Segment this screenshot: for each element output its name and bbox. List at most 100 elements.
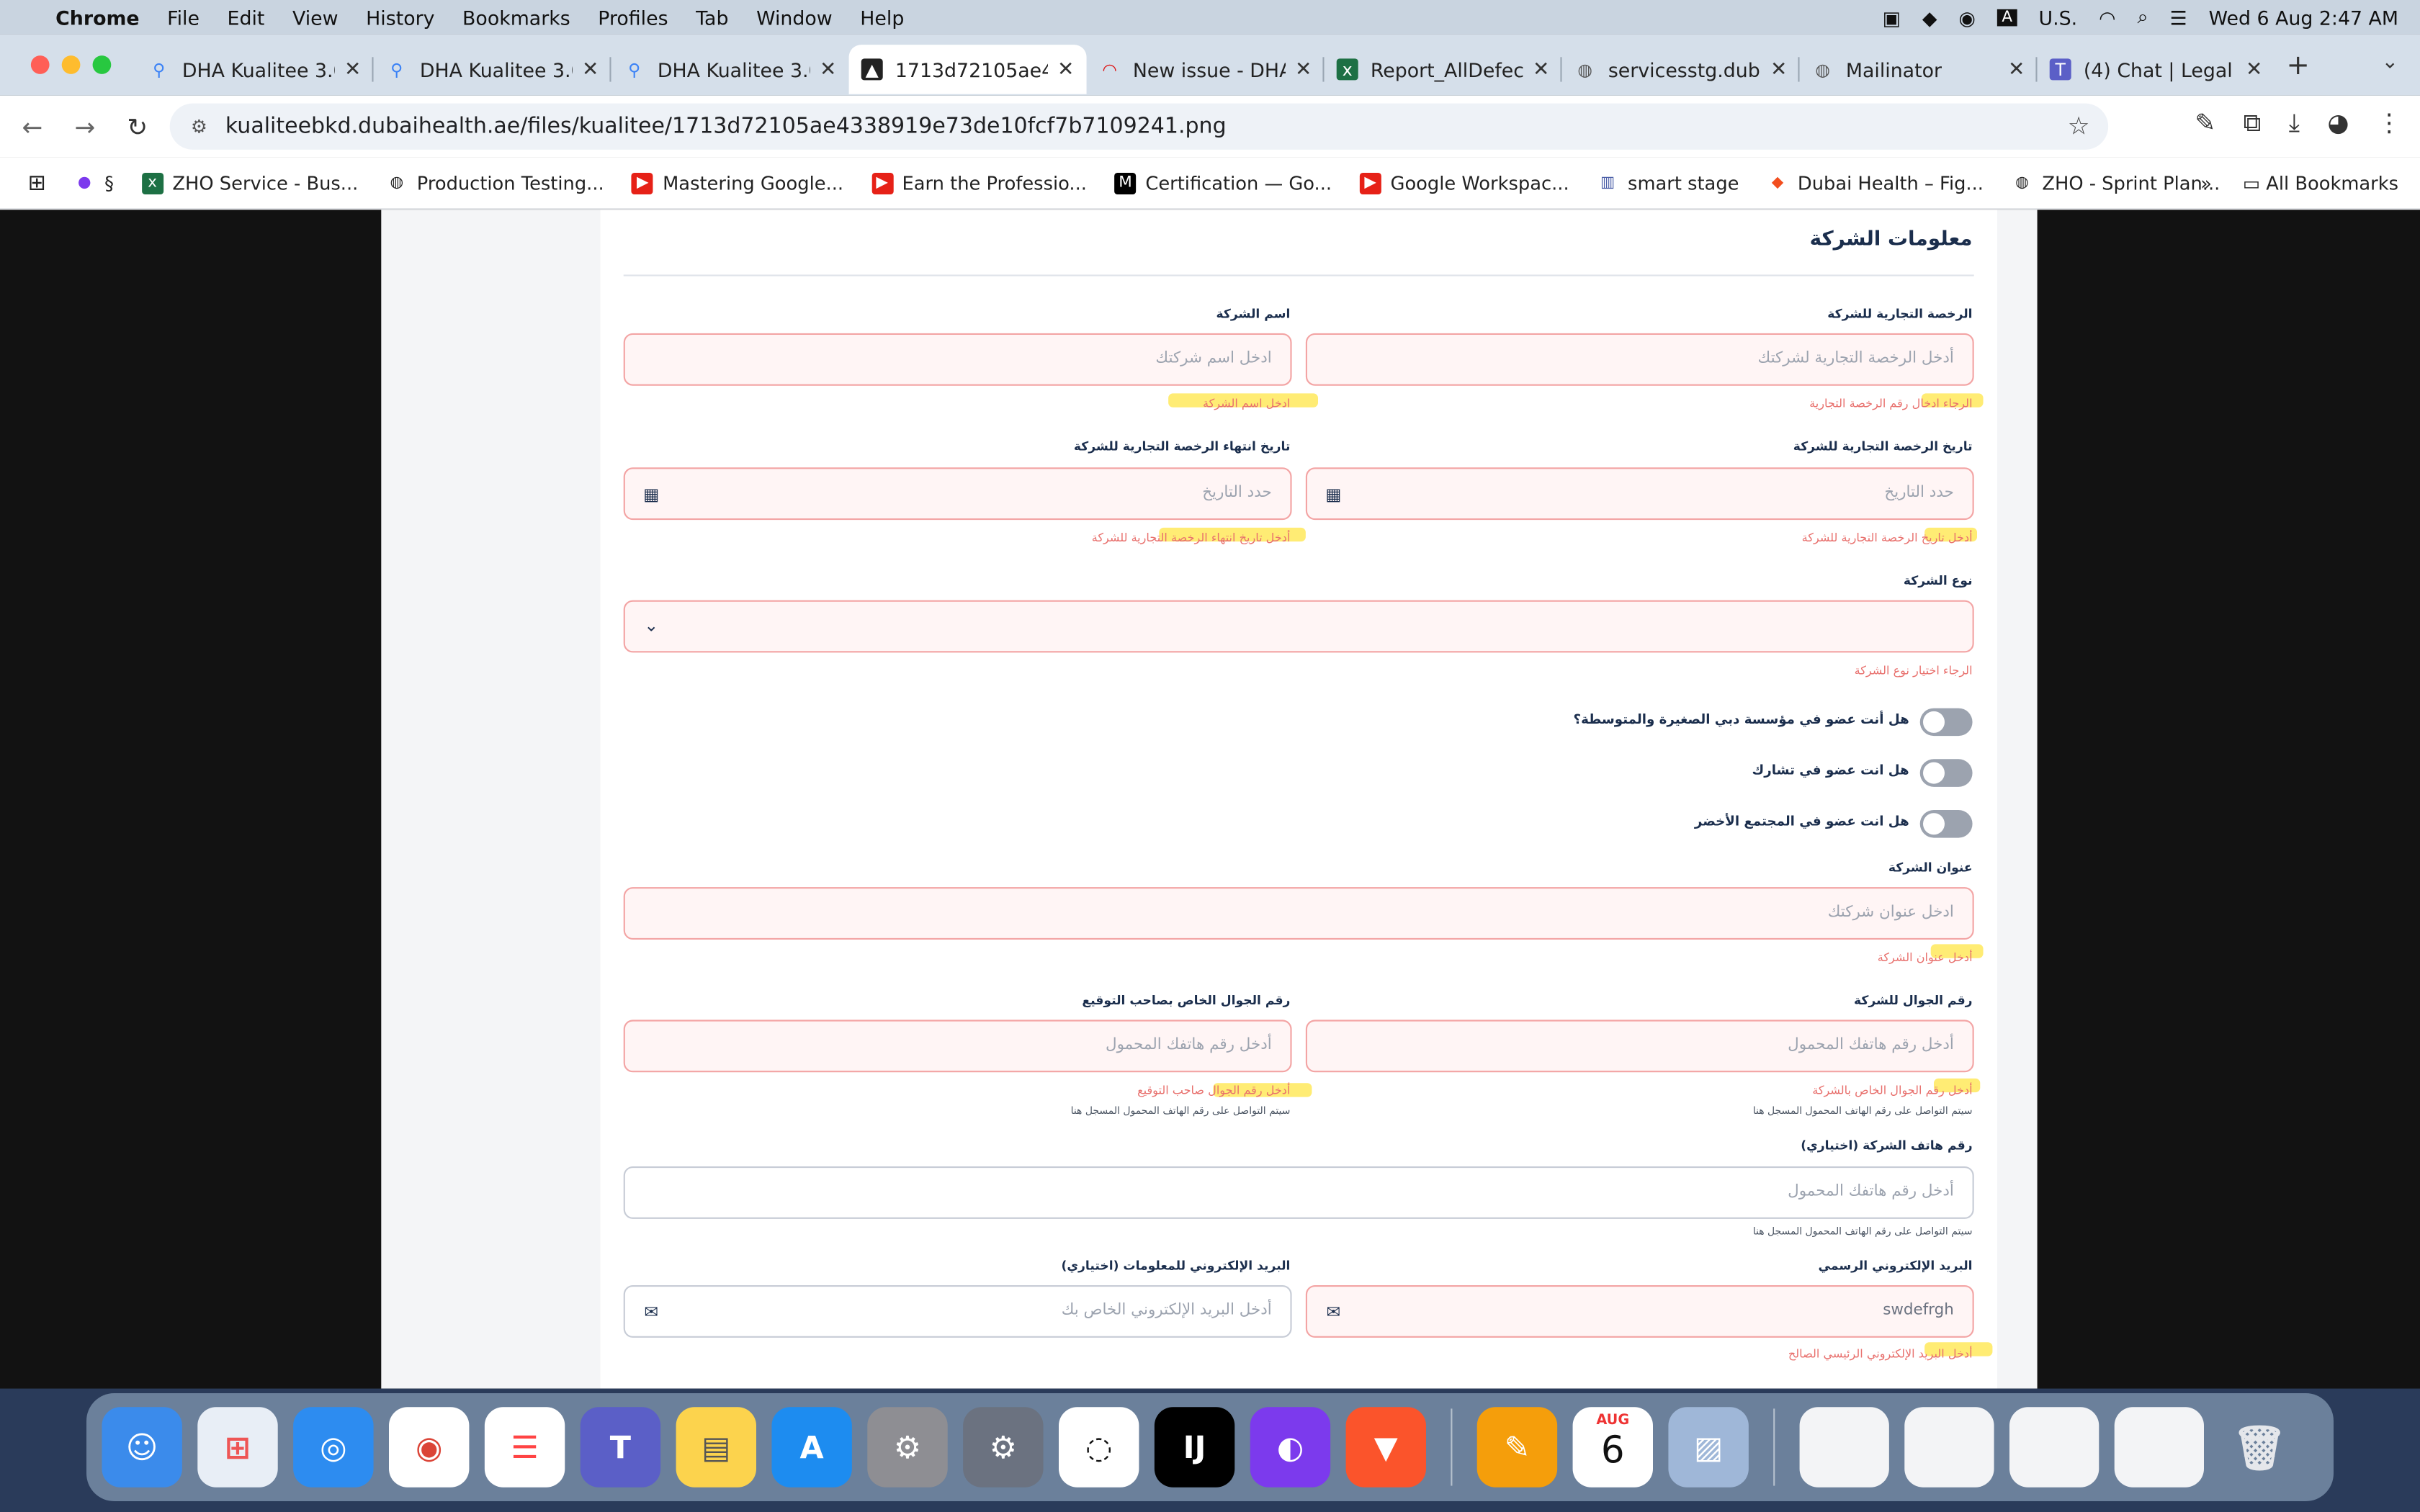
menu-profiles[interactable]: Profiles xyxy=(584,6,682,29)
license-expiry-input[interactable]: حدد التاريخ ▦ xyxy=(623,467,1292,521)
site-settings-icon[interactable]: ⚙ xyxy=(179,116,220,138)
menu-tab[interactable]: Tab xyxy=(682,6,743,29)
recent-window-thumbnail[interactable] xyxy=(2009,1407,2099,1488)
spotlight-icon[interactable]: ⌕ xyxy=(2138,4,2148,29)
close-tab-icon[interactable]: ✕ xyxy=(582,58,599,81)
bookmark-3[interactable]: ▶ Mastering Google... xyxy=(632,171,843,194)
input-source-label[interactable]: U.S. xyxy=(2038,6,2077,29)
bookmark-8[interactable]: ◆ Dubai Health – Fig... xyxy=(1767,172,1984,194)
minimize-window-button[interactable] xyxy=(61,55,81,74)
safari-icon[interactable]: ◎ xyxy=(293,1407,374,1488)
app-store-icon[interactable]: A xyxy=(771,1407,852,1488)
preview-icon[interactable]: ▨ xyxy=(1668,1407,1749,1488)
green-community-toggle[interactable] xyxy=(1919,810,1973,838)
bookmark-star-icon[interactable]: ☆ xyxy=(2068,111,2090,140)
apps-grid-icon[interactable]: ⊞ xyxy=(28,171,46,195)
extensions-icon[interactable]: ⧉ xyxy=(2244,108,2262,139)
bookmark-5[interactable]: M Certification — Go... xyxy=(1114,171,1332,194)
forward-arrow-icon[interactable]: → xyxy=(58,112,111,141)
menu-window[interactable]: Window xyxy=(743,6,846,29)
profile-avatar[interactable]: ◕ xyxy=(2327,108,2349,139)
new-tab-button[interactable]: + xyxy=(2275,49,2321,81)
menubar-clock[interactable]: Wed 6 Aug 2:47 AM xyxy=(2209,6,2398,29)
bookmark-9[interactable]: ◍ ZHO - Sprint Plan... xyxy=(2012,172,2220,194)
tab-8[interactable]: ◍ Mailinator ✕ xyxy=(1800,45,2038,94)
tab-5[interactable]: ◠ New issue - DHA ✕ xyxy=(1087,45,1325,94)
tab-search-chevron-icon[interactable]: ⌄ xyxy=(2382,51,2398,74)
company-name-input[interactable]: ادخل اسم شركتك xyxy=(623,333,1292,386)
chrome-icon[interactable]: ◉ xyxy=(389,1407,470,1488)
input-source-icon[interactable]: A xyxy=(1996,8,2017,26)
close-tab-icon[interactable]: ✕ xyxy=(2246,58,2262,81)
recent-window-thumbnail[interactable] xyxy=(1799,1407,1889,1488)
tab-6[interactable]: xReport_AllDefects✕ xyxy=(1325,45,1562,94)
company-type-select[interactable]: ⌄ xyxy=(623,600,1974,653)
signatory-mobile-input[interactable]: أدخل رقم هاتفك المحمول xyxy=(623,1020,1292,1073)
close-tab-icon[interactable]: ✕ xyxy=(1533,58,1549,81)
kebab-menu-icon[interactable]: ⋮ xyxy=(2377,108,2401,139)
company-mobile-input[interactable]: أدخل رقم هاتفك المحمول xyxy=(1305,1020,1974,1073)
address-input[interactable]: ادخل عنوان شركتك xyxy=(623,887,1974,940)
calendar-icon[interactable]: ▦ xyxy=(640,485,662,506)
bookmark-4[interactable]: ▶ Earn the Professio... xyxy=(871,171,1087,194)
intellij-icon[interactable]: IJ xyxy=(1154,1407,1235,1488)
reload-icon[interactable]: ↻ xyxy=(111,112,163,141)
menu-view[interactable]: View xyxy=(279,6,352,29)
close-tab-icon[interactable]: ✕ xyxy=(1057,58,1074,81)
recent-window-thumbnail[interactable] xyxy=(1904,1407,1994,1488)
menu-history[interactable]: History xyxy=(352,6,449,29)
calendar-icon[interactable]: ▦ xyxy=(1322,485,1344,506)
eyedropper-icon[interactable]: ✎ xyxy=(2195,108,2215,139)
wifi-icon[interactable]: ◠ xyxy=(2099,6,2115,29)
pages-icon[interactable]: ✎ xyxy=(1476,1407,1558,1488)
status-app-icon[interactable]: ▣ xyxy=(1883,6,1901,29)
sme-member-toggle[interactable] xyxy=(1919,708,1973,737)
close-tab-icon[interactable]: ✕ xyxy=(1295,58,1312,81)
recent-window-thumbnail[interactable] xyxy=(2114,1407,2204,1488)
system-preferences-icon[interactable]: ⚙ xyxy=(963,1407,1044,1488)
tab-2[interactable]: ⚲ DHA Kualitee 3.0 ✕ xyxy=(374,45,611,94)
tab-7[interactable]: ◍ servicesstg.dubai ✕ xyxy=(1562,45,1800,94)
launchpad-icon[interactable]: ⊞ xyxy=(197,1407,278,1488)
control-center-icon[interactable]: ☰ xyxy=(2170,6,2187,29)
menu-help[interactable]: Help xyxy=(846,6,918,29)
zoom-window-button[interactable] xyxy=(92,55,112,74)
menu-app-name[interactable]: Chrome xyxy=(42,6,153,29)
bookmark-1[interactable]: x ZHO Service - Bus... xyxy=(141,171,359,194)
tab-1[interactable]: ⚲ DHA Kualitee 3.0 ✕ xyxy=(136,45,374,94)
brave-icon[interactable]: ▼ xyxy=(1345,1407,1426,1488)
close-tab-icon[interactable]: ✕ xyxy=(1770,58,1787,81)
vpn-icon[interactable]: ◌ xyxy=(1059,1407,1139,1488)
system-settings-icon[interactable]: ⚙ xyxy=(867,1407,948,1488)
menu-file[interactable]: File xyxy=(153,6,213,29)
teams-icon[interactable]: T xyxy=(580,1407,661,1488)
chevron-down-icon[interactable]: ⌄ xyxy=(640,616,662,637)
close-tab-icon[interactable]: ✕ xyxy=(344,58,361,81)
trash-icon[interactable]: 🗑 xyxy=(2219,1407,2299,1487)
reminders-icon[interactable]: ☰ xyxy=(484,1407,565,1488)
bookmark-2[interactable]: ◍ Production Testing... xyxy=(386,172,604,194)
tashaaruk-member-toggle[interactable] xyxy=(1919,759,1973,787)
url-text[interactable]: kualiteebkd.dubaihealth.ae/files/kualite… xyxy=(225,114,1227,139)
tab-3[interactable]: ⚲ DHA Kualitee 3.0 ✕ xyxy=(611,45,849,94)
company-phone-input[interactable]: أدخل رقم هاتفك المحمول xyxy=(623,1166,1974,1219)
close-tab-icon[interactable]: ✕ xyxy=(2008,58,2025,81)
bookmark-0[interactable]: ● § xyxy=(73,172,114,194)
license-date-input[interactable]: حدد التاريخ ▦ xyxy=(1305,467,1974,521)
close-tab-icon[interactable]: ✕ xyxy=(820,58,836,81)
more-bookmarks-chevron-icon[interactable]: » xyxy=(2200,173,2212,194)
notes-icon[interactable]: ▤ xyxy=(676,1407,756,1488)
back-arrow-icon[interactable]: ← xyxy=(6,112,59,141)
tab-9[interactable]: T (4) Chat | Legal ✕ xyxy=(2038,45,2275,94)
bookmark-6[interactable]: ▶ Google Workspac... xyxy=(1359,171,1569,194)
info-email-input[interactable]: أدخل البريد الإلكتروني الخاص بك ✉ xyxy=(623,1285,1292,1338)
official-email-input[interactable]: swdefrgh ✉ xyxy=(1305,1285,1974,1338)
finder-icon[interactable]: ☺ xyxy=(102,1407,182,1488)
menu-edit[interactable]: Edit xyxy=(213,6,278,29)
calendar-icon[interactable]: AUG 6 xyxy=(1572,1407,1653,1488)
firefox-icon[interactable]: ◐ xyxy=(1250,1407,1331,1488)
menu-bookmarks[interactable]: Bookmarks xyxy=(449,6,584,29)
tab-4-active[interactable]: ▲1713d72105ae4338✕ xyxy=(848,45,1087,94)
status-eye-icon[interactable]: ◉ xyxy=(1959,6,1976,29)
download-icon[interactable]: ⤓ xyxy=(2289,108,2300,139)
